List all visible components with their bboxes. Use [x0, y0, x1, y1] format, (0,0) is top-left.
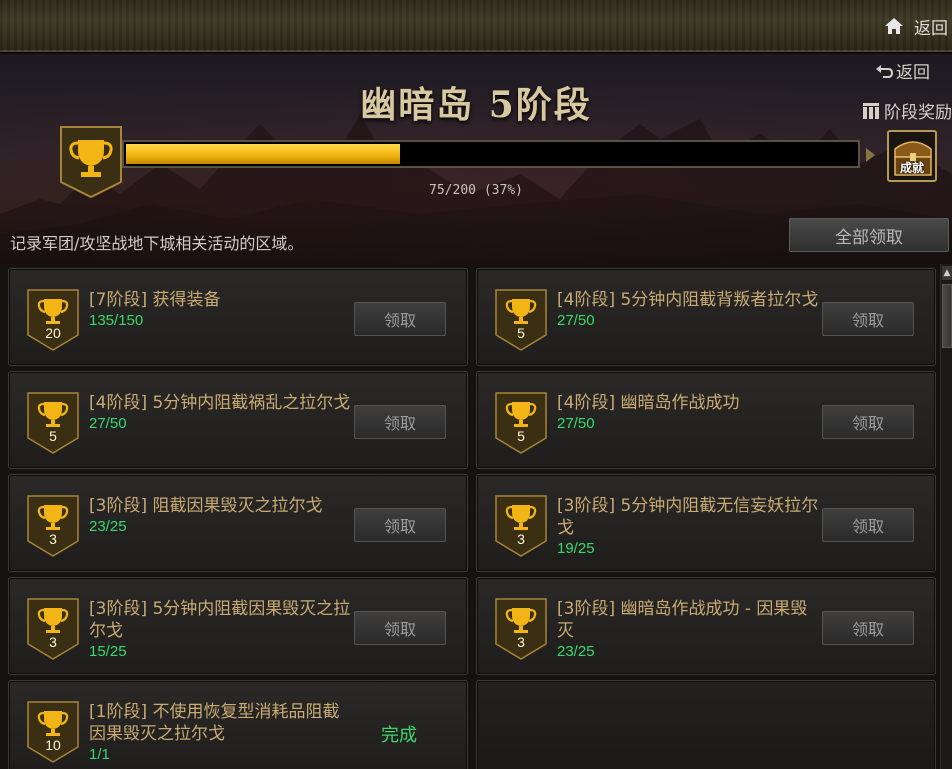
claim-button[interactable]: 领取: [354, 508, 446, 542]
task-card: 20 [7阶段] 获得装备 135/150 领取: [8, 268, 468, 366]
claim-button[interactable]: 领取: [354, 302, 446, 336]
back-label: 返回: [896, 63, 930, 83]
return-arrow-icon: [876, 64, 893, 78]
task-trophy-badge: 3: [27, 495, 79, 557]
task-trophy-badge: 5: [495, 392, 547, 454]
task-card: 3 [3阶段] 5分钟内阻截无信妄妖拉尔戈 19/25 领取: [476, 474, 936, 572]
stage-progress-fill: [126, 144, 400, 164]
claim-button[interactable]: 领取: [354, 611, 446, 645]
task-card: 5 [4阶段] 5分钟内阻截背叛者拉尔戈 27/50 领取: [476, 268, 936, 366]
achievement-banner: 幽暗岛 5阶段 返回 阶段奖励 成就 75/200 (37%) 记录军团/攻坚战…: [0, 54, 952, 264]
scroll-up-icon[interactable]: ▲: [942, 266, 952, 280]
trophy-icon: [495, 289, 547, 351]
task-title: [4阶段] 5分钟内阻截背叛者拉尔戈: [557, 290, 819, 310]
treasure-chest-icon[interactable]: 成就: [887, 130, 937, 182]
task-title: [3阶段] 5分钟内阻截因果毁灭之拉尔戈: [89, 599, 351, 641]
task-card: 10 [1阶段] 不使用恢复型消耗品阻截因果毁灭之拉尔戈 1/1 完成: [8, 680, 468, 769]
trophy-icon: [495, 392, 547, 454]
task-card: 5 [4阶段] 5分钟内阻截祸乱之拉尔戈 27/50 领取: [8, 371, 468, 469]
claim-button[interactable]: 领取: [822, 611, 914, 645]
chest-label: 成就: [899, 161, 924, 175]
task-list: 20 [7阶段] 获得装备 135/150 领取 5 [4阶段] 5分钟内阻截背叛者拉尔戈…: [0, 264, 940, 769]
task-progress: 19/25: [557, 540, 595, 557]
task-progress: 27/50: [557, 312, 595, 329]
task-progress: 23/25: [89, 518, 127, 535]
top-bar: 返回: [0, 0, 952, 52]
trophy-icon: [27, 289, 79, 351]
task-points: 3: [517, 634, 525, 650]
task-trophy-badge: 20: [27, 289, 79, 351]
trophy-icon: [27, 495, 79, 557]
claim-button[interactable]: 领取: [822, 508, 914, 542]
trophy-icon: [495, 495, 547, 557]
task-trophy-badge: 3: [495, 495, 547, 557]
stage-reward-button[interactable]: 阶段奖励: [862, 98, 952, 123]
progress-arrow-icon: [866, 148, 875, 162]
home-icon: [885, 18, 903, 34]
trophy-icon: [27, 701, 79, 763]
stage-progress-bar: [122, 140, 860, 168]
task-points: 10: [45, 737, 61, 753]
claim-all-button[interactable]: 全部领取: [789, 218, 949, 252]
task-progress: 27/50: [89, 415, 127, 432]
task-title: [4阶段] 幽暗岛作战成功: [557, 393, 740, 413]
task-trophy-badge: 5: [27, 392, 79, 454]
task-trophy-badge: 3: [495, 598, 547, 660]
task-points: 3: [49, 634, 57, 650]
task-title: [3阶段] 幽暗岛作战成功 - 因果毁灭: [557, 599, 808, 641]
trophy-icon: [27, 598, 79, 660]
task-trophy-badge: 5: [495, 289, 547, 351]
task-points: 5: [517, 325, 525, 341]
task-card: 5 [4阶段] 幽暗岛作战成功 27/50 领取: [476, 371, 936, 469]
task-points: 3: [517, 531, 525, 547]
task-title: [7阶段] 获得装备: [89, 290, 221, 310]
stage-reward-label: 阶段奖励: [884, 103, 952, 123]
trophy-icon: [27, 392, 79, 454]
claim-button[interactable]: 领取: [822, 405, 914, 439]
trophy-icon: [495, 598, 547, 660]
task-progress: 23/25: [557, 643, 595, 660]
home-label: 返回: [914, 18, 948, 39]
task-title: [3阶段] 阻截因果毁灭之拉尔戈: [89, 496, 323, 516]
task-title: [4阶段] 5分钟内阻截祸乱之拉尔戈: [89, 393, 351, 413]
task-progress: 1/1: [89, 746, 110, 763]
task-points: 3: [49, 531, 57, 547]
task-progress: 27/50: [557, 415, 595, 432]
scroll-thumb[interactable]: [942, 284, 952, 348]
gift-icon: [863, 102, 879, 119]
page-title: 幽暗岛 5阶段: [360, 84, 592, 126]
area-description: 记录军团/攻坚战地下城相关活动的区域。: [10, 234, 304, 253]
claim-button[interactable]: 领取: [822, 302, 914, 336]
task-trophy-badge: 3: [27, 598, 79, 660]
task-points: 5: [49, 428, 57, 444]
task-title: [1阶段] 不使用恢复型消耗品阻截因果毁灭之拉尔戈: [89, 702, 340, 744]
task-card: 3 [3阶段] 5分钟内阻截因果毁灭之拉尔戈 15/25 领取: [8, 577, 468, 675]
home-button[interactable]: 返回: [884, 12, 952, 40]
task-progress: 15/25: [89, 643, 127, 660]
task-points: 20: [45, 325, 61, 341]
back-button[interactable]: 返回: [875, 58, 930, 83]
task-trophy-badge: 10: [27, 701, 79, 763]
task-title: [3阶段] 5分钟内阻截无信妄妖拉尔戈: [557, 496, 819, 538]
task-complete-label: 完成: [381, 725, 417, 746]
task-progress: 135/150: [89, 312, 144, 329]
progress-text: 75/200 (37%): [429, 183, 523, 198]
scrollbar[interactable]: ▲: [940, 264, 952, 769]
empty-task-slot: [476, 680, 936, 769]
task-points: 5: [517, 428, 525, 444]
task-card: 3 [3阶段] 阻截因果毁灭之拉尔戈 23/25 领取: [8, 474, 468, 572]
task-card: 3 [3阶段] 幽暗岛作战成功 - 因果毁灭 23/25 领取: [476, 577, 936, 675]
claim-button[interactable]: 领取: [354, 405, 446, 439]
